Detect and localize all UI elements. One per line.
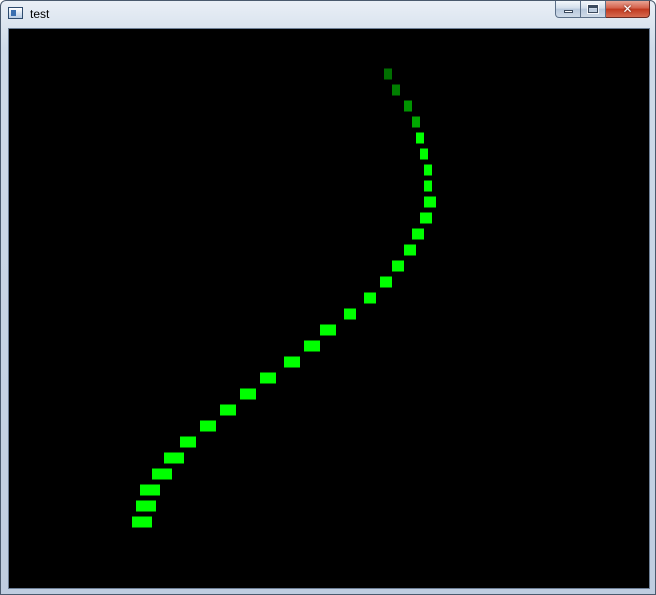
app-window-icon[interactable]	[8, 7, 23, 19]
snake-segment-17	[320, 324, 336, 336]
snake-segment-26	[152, 468, 172, 480]
snake-segment-15	[364, 292, 376, 304]
snake-segment-12	[404, 244, 416, 256]
app-window: test ✕	[0, 0, 656, 595]
snake-segment-29	[132, 516, 152, 528]
snake-segment-1	[384, 68, 392, 80]
snake-segment-23	[200, 420, 216, 432]
snake-drawing	[132, 68, 436, 528]
snake-segment-11	[412, 228, 424, 240]
snake-segment-28	[136, 500, 156, 512]
snake-segment-18	[304, 340, 320, 352]
minimize-button[interactable]	[555, 1, 581, 18]
snake-segment-22	[220, 404, 236, 416]
close-icon: ✕	[622, 2, 633, 16]
snake-segment-24	[180, 436, 196, 448]
title-bar[interactable]: test ✕	[1, 1, 655, 27]
snake-segment-16	[344, 308, 356, 320]
snake-segment-7	[424, 164, 432, 176]
minimize-icon	[564, 10, 573, 13]
snake-segment-20	[260, 372, 276, 384]
snake-segment-25	[164, 452, 184, 464]
snake-segment-14	[380, 276, 392, 288]
snake-segment-21	[240, 388, 256, 400]
snake-segment-5	[416, 132, 424, 144]
close-button[interactable]: ✕	[606, 1, 650, 18]
snake-segment-27	[140, 484, 160, 496]
snake-segment-3	[404, 100, 412, 112]
render-canvas[interactable]	[8, 28, 650, 589]
snake-segment-6	[420, 148, 428, 160]
snake-segment-19	[284, 356, 300, 368]
snake-segment-9	[424, 196, 436, 208]
snake-segment-2	[392, 84, 400, 96]
snake-segment-10	[420, 212, 432, 224]
maximize-icon	[587, 4, 599, 14]
caption-buttons: ✕	[555, 1, 650, 19]
window-title: test	[30, 7, 50, 21]
snake-segment-13	[392, 260, 404, 272]
snake-segment-4	[412, 116, 420, 128]
snake-segment-8	[424, 180, 432, 192]
maximize-button[interactable]	[581, 1, 606, 18]
